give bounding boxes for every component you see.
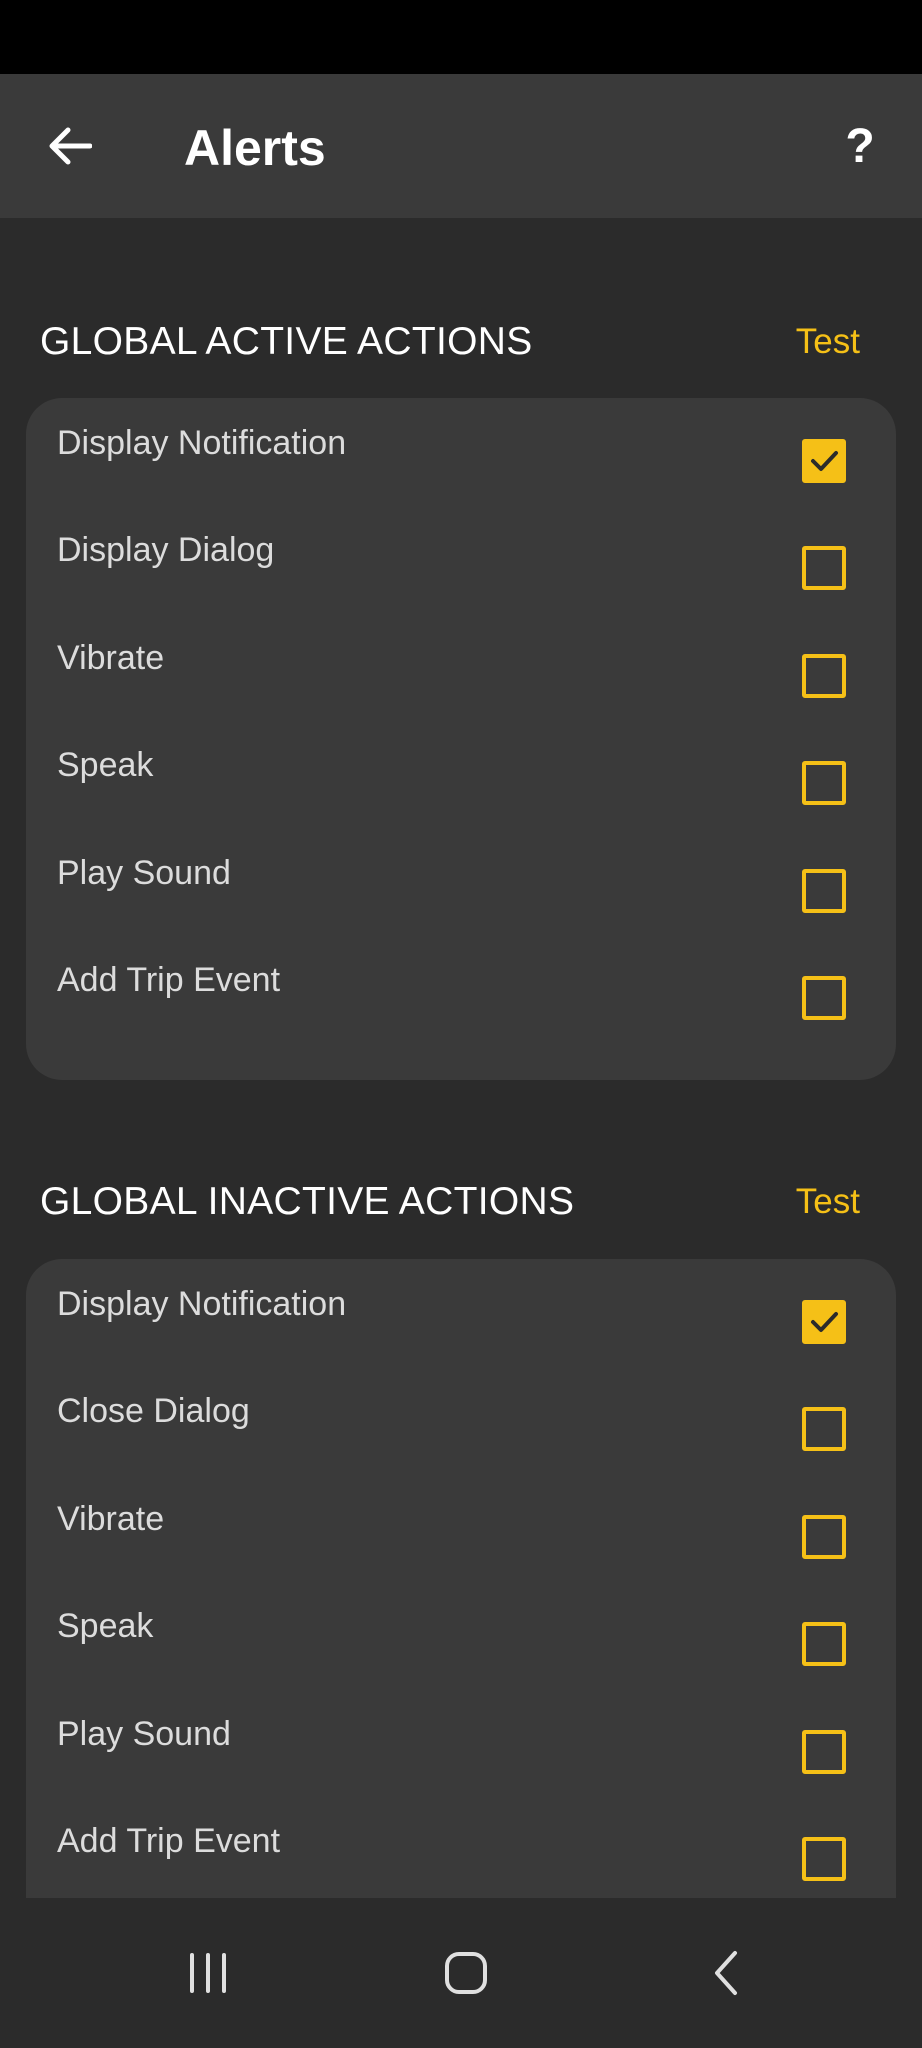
option-label: Speak — [57, 1607, 154, 1645]
option-row[interactable]: Close Dialog — [26, 1366, 896, 1473]
option-checkbox[interactable] — [802, 439, 846, 483]
option-checkbox[interactable] — [802, 1407, 846, 1451]
option-row[interactable]: Display Dialog — [26, 505, 896, 612]
app-bar: Alerts ? — [0, 74, 922, 218]
recent-apps-icon — [190, 1953, 226, 1993]
option-row[interactable]: Play Sound — [26, 1689, 896, 1796]
page-title: Alerts — [184, 120, 326, 176]
option-row[interactable]: Display Notification — [26, 398, 896, 505]
option-label: Play Sound — [57, 854, 231, 892]
help-button[interactable]: ? — [828, 114, 892, 178]
home-icon — [445, 1952, 487, 1994]
recent-apps-button[interactable] — [168, 1938, 248, 2008]
option-row[interactable]: Add Trip Event — [26, 935, 896, 1042]
option-row[interactable]: Add Trip Event — [26, 1796, 896, 1903]
option-label: Close Dialog — [57, 1392, 250, 1430]
home-button[interactable] — [426, 1938, 506, 2008]
system-nav-bar — [0, 1898, 922, 2048]
arrow-left-icon — [49, 127, 92, 165]
option-checkbox[interactable] — [802, 1837, 846, 1881]
option-checkbox[interactable] — [802, 976, 846, 1020]
option-row[interactable]: Vibrate — [26, 613, 896, 720]
option-label: Vibrate — [57, 639, 165, 677]
option-row[interactable]: Speak — [26, 1581, 896, 1688]
option-checkbox[interactable] — [802, 1622, 846, 1666]
option-checkbox[interactable] — [802, 1300, 846, 1344]
option-checkbox[interactable] — [802, 654, 846, 698]
section-header-inactive: GLOBAL INACTIVE ACTIONS Test — [40, 1172, 882, 1232]
option-row[interactable]: Vibrate — [26, 1474, 896, 1581]
check-icon — [811, 1312, 838, 1332]
section-header-active: GLOBAL ACTIVE ACTIONS Test — [40, 312, 882, 372]
back-chevron-icon — [715, 1951, 737, 1995]
option-label: Vibrate — [57, 1500, 165, 1538]
active-actions-card: Display Notification Display Dialog Vibr… — [26, 398, 896, 1080]
test-button[interactable]: Test — [796, 312, 860, 372]
option-label: Play Sound — [57, 1715, 231, 1753]
option-row[interactable]: Display Notification — [26, 1259, 896, 1366]
section-title: GLOBAL INACTIVE ACTIONS — [40, 1180, 575, 1223]
option-label: Display Dialog — [57, 531, 275, 569]
back-button[interactable] — [38, 114, 102, 178]
option-label: Display Notification — [57, 1285, 347, 1323]
section-title: GLOBAL ACTIVE ACTIONS — [40, 320, 533, 363]
option-checkbox[interactable] — [802, 869, 846, 913]
option-label: Display Notification — [57, 424, 347, 462]
option-row[interactable]: Speak — [26, 720, 896, 827]
option-label: Speak — [57, 746, 154, 784]
option-row[interactable]: Play Sound — [26, 828, 896, 935]
option-checkbox[interactable] — [802, 1730, 846, 1774]
system-back-button[interactable] — [686, 1938, 766, 2008]
option-checkbox[interactable] — [802, 1515, 846, 1559]
check-icon — [811, 451, 838, 471]
test-button[interactable]: Test — [796, 1172, 860, 1232]
status-bar — [0, 0, 922, 74]
inactive-actions-card: Display Notification Close Dialog Vibrat… — [26, 1259, 896, 1979]
option-label: Add Trip Event — [57, 961, 281, 999]
option-label: Add Trip Event — [57, 1822, 281, 1860]
option-checkbox[interactable] — [802, 546, 846, 590]
option-checkbox[interactable] — [802, 761, 846, 805]
